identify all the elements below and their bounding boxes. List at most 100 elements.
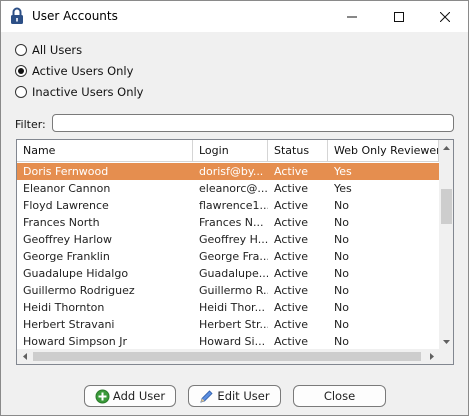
cell-status: Active [274, 318, 309, 331]
cell-web-only-reviewer: No [334, 233, 349, 246]
cell-web-only-reviewer: No [334, 216, 349, 229]
table-header: Name Login Status Web Only Reviewer [17, 140, 439, 163]
users-table: Name Login Status Web Only Reviewer Dori… [16, 139, 454, 365]
filter-input[interactable] [52, 114, 454, 132]
table-row[interactable]: George Franklin George Fra... Active No [17, 248, 439, 265]
table-row[interactable]: Doris Fernwood dorisf@by... Active Yes [17, 163, 439, 180]
cell-name: Howard Simpson Jr [23, 335, 127, 348]
cell-status: Active [274, 335, 309, 348]
table-row[interactable]: Frances North Frances N... Active No [17, 214, 439, 231]
table-row[interactable]: Floyd Lawrence flawrence1... Active No [17, 197, 439, 214]
cell-login: Guadalupe... [199, 267, 268, 280]
radio-active-users-only[interactable]: Active Users Only [15, 63, 133, 79]
close-button[interactable]: Close [293, 385, 386, 407]
cell-web-only-reviewer: Yes [334, 165, 352, 178]
table-row[interactable]: Geoffrey Harlow Geoffrey H... Active No [17, 231, 439, 248]
cell-web-only-reviewer: Yes [334, 182, 352, 195]
cell-status: Active [274, 250, 309, 263]
cell-status: Active [274, 301, 309, 314]
window-title: User Accounts [32, 9, 118, 23]
table-row[interactable]: Howard Simpson Jr Howard Si... Active No [17, 333, 439, 349]
cell-web-only-reviewer: No [334, 267, 349, 280]
padlock-icon [10, 7, 24, 25]
column-header-name[interactable]: Name [17, 140, 193, 162]
cell-web-only-reviewer: No [334, 335, 349, 348]
vertical-scrollbar[interactable] [439, 140, 453, 349]
radio-all-users[interactable]: All Users [15, 42, 82, 58]
maximize-icon [394, 11, 404, 22]
cell-web-only-reviewer: No [334, 199, 349, 212]
cell-web-only-reviewer: No [334, 318, 349, 331]
add-user-label: Add User [112, 389, 166, 403]
table-row[interactable]: Guillermo Rodriguez Guillermo R... Active N… [17, 282, 439, 299]
cell-login: Frances N... [199, 216, 264, 229]
cell-status: Active [274, 233, 309, 246]
cell-name: Doris Fernwood [23, 165, 109, 178]
cell-login: Howard Si... [199, 335, 266, 348]
scroll-up-arrow[interactable] [439, 140, 453, 155]
horizontal-scroll-thumb[interactable] [33, 352, 421, 361]
column-header-login[interactable]: Login [193, 140, 268, 162]
title-bar[interactable]: User Accounts [1, 1, 468, 32]
cell-login: eleanorc@... [199, 182, 268, 195]
cell-web-only-reviewer: No [334, 284, 349, 297]
radio-button[interactable] [15, 65, 27, 77]
table-row[interactable]: Guadalupe Hidalgo Guadalupe... Active No [17, 265, 439, 282]
close-icon [440, 11, 450, 22]
table-row[interactable]: Herbert Stravani Herbert Str... Active No [17, 316, 439, 333]
cell-login: Herbert Str... [199, 318, 268, 331]
cell-login: Guillermo R... [199, 284, 268, 297]
radio-button[interactable] [15, 86, 27, 98]
close-window-button[interactable] [422, 1, 468, 32]
horizontal-scrollbar[interactable] [17, 349, 439, 364]
scroll-right-arrow[interactable] [424, 349, 439, 364]
chevron-left-icon [22, 353, 27, 360]
radio-label: All Users [32, 43, 83, 57]
radio-button[interactable] [15, 44, 27, 56]
cell-web-only-reviewer: No [334, 250, 349, 263]
pencil-icon [199, 389, 214, 404]
column-header-web-only-reviewer[interactable]: Web Only Reviewer [328, 140, 439, 162]
cell-name: Guillermo Rodriguez [23, 284, 135, 297]
cell-status: Active [274, 165, 309, 178]
cell-login: dorisf@by... [199, 165, 264, 178]
chevron-up-icon [443, 145, 450, 150]
cell-login: George Fra... [199, 250, 268, 263]
table-body: Doris Fernwood dorisf@by... Active Yes Elean… [17, 163, 439, 349]
user-accounts-window: User Accounts All Users Active Users Onl… [0, 0, 469, 416]
chevron-down-icon [443, 339, 450, 344]
minimize-button[interactable] [329, 1, 375, 32]
maximize-button[interactable] [376, 1, 422, 32]
scroll-left-arrow[interactable] [17, 349, 32, 364]
radio-label: Inactive Users Only [32, 85, 144, 99]
edit-user-button[interactable]: Edit User [188, 385, 281, 407]
scrollbar-corner [439, 349, 453, 364]
edit-user-label: Edit User [217, 389, 270, 403]
scroll-down-arrow[interactable] [439, 334, 453, 349]
filter-label: Filter: [15, 118, 46, 131]
cell-name: Frances North [23, 216, 100, 229]
minimize-icon [347, 16, 357, 17]
vertical-scroll-thumb[interactable] [441, 189, 452, 224]
cell-web-only-reviewer: No [334, 301, 349, 314]
cell-name: Guadalupe Hidalgo [23, 267, 129, 280]
cell-status: Active [274, 182, 309, 195]
radio-inactive-users-only[interactable]: Inactive Users Only [15, 84, 144, 100]
cell-name: Floyd Lawrence [23, 199, 109, 212]
cell-login: Geoffrey H... [199, 233, 268, 246]
table-row[interactable]: Heidi Thornton Heidi Thor... Active No [17, 299, 439, 316]
column-header-status[interactable]: Status [268, 140, 328, 162]
add-circle-icon [95, 389, 110, 404]
cell-status: Active [274, 267, 309, 280]
add-user-button[interactable]: Add User [84, 385, 176, 407]
cell-login: Heidi Thor... [199, 301, 266, 314]
cell-name: Heidi Thornton [23, 301, 105, 314]
cell-name: Geoffrey Harlow [23, 233, 112, 246]
radio-label: Active Users Only [32, 64, 134, 78]
table-row[interactable]: Eleanor Cannon eleanorc@... Active Yes [17, 180, 439, 197]
cell-name: Eleanor Cannon [23, 182, 111, 195]
cell-status: Active [274, 284, 309, 297]
chevron-right-icon [429, 353, 434, 360]
cell-status: Active [274, 199, 309, 212]
cell-name: Herbert Stravani [23, 318, 115, 331]
